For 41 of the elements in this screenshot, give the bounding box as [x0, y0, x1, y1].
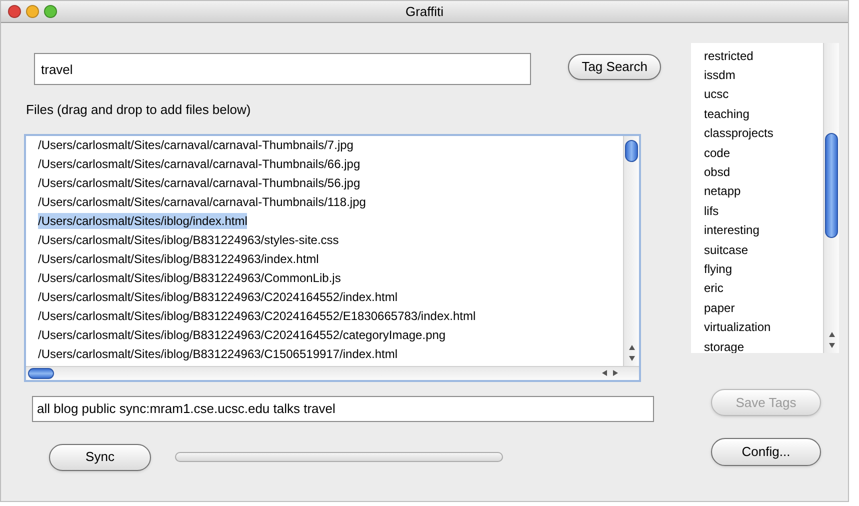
search-field[interactable]: travel — [34, 53, 532, 85]
scroll-thumb[interactable] — [625, 140, 638, 162]
file-path[interactable]: /Users/carlosmalt/Sites/iblog/B831224963/C2024164552/index.html — [38, 289, 398, 305]
files-label: Files (drag and drop to add files below) — [26, 101, 252, 119]
tag-item[interactable]: restricted — [704, 46, 754, 65]
tag-item[interactable]: netapp — [704, 182, 741, 200]
tag-scroll-thumb[interactable] — [825, 133, 838, 238]
tag-item[interactable]: paper — [704, 298, 735, 317]
tag-item[interactable]: issdm — [704, 66, 736, 84]
file-path[interactable]: /Users/carlosmalt/Sites/iblog/B831224963/C2024164552/E1830665783/index.html — [38, 308, 476, 324]
tag-item[interactable]: classprojects — [704, 124, 774, 142]
zoom-icon[interactable] — [44, 5, 57, 18]
tag-item[interactable]: ucsc — [704, 85, 729, 104]
close-icon[interactable] — [8, 5, 21, 18]
tag-item[interactable]: lifs — [704, 202, 719, 220]
file-path[interactable]: /Users/carlosmalt/Sites/carnaval/carnaval-Thumbnails/7.jpg — [38, 137, 354, 153]
file-path[interactable]: /Users/carlosmalt/Sites/iblog/index.html — [38, 213, 248, 229]
tag-item[interactable]: flying — [704, 260, 732, 278]
file-path[interactable]: /Users/carlosmalt/Sites/iblog/B831224963/styles-site.css — [38, 232, 339, 248]
file-path[interactable]: /Users/carlosmalt/Sites/carnaval/carnaval-Thumbnails/66.jpg — [38, 156, 360, 172]
tag-item[interactable]: interesting — [704, 221, 760, 240]
file-path[interactable]: /Users/carlosmalt/Sites/iblog/B831224963/index.html — [38, 251, 319, 267]
tag-item[interactable]: code — [704, 144, 730, 162]
tag-item[interactable]: suitcase — [704, 240, 748, 259]
file-path[interactable]: /Users/carlosmalt/Sites/iblog/B831224963/C1506519917/index.html — [38, 346, 398, 362]
minimize-icon[interactable] — [26, 5, 39, 18]
config-button[interactable]: Config... — [711, 438, 821, 466]
horizontal-scroll-thumb[interactable] — [28, 368, 54, 378]
tag-item[interactable]: obsd — [704, 163, 730, 182]
tag-search-button[interactable]: Tag Search — [568, 54, 661, 80]
sync-button[interactable]: Sync — [49, 444, 151, 470]
tags-field[interactable]: all blog public sync:mram1.cse.ucsc.edu talks travel — [32, 396, 654, 422]
tag-item[interactable]: storage — [704, 338, 744, 353]
tag-item[interactable]: teaching — [704, 104, 750, 123]
file-path[interactable]: /Users/carlosmalt/Sites/iblog/B831224963/CommonLib.js — [38, 270, 341, 286]
file-path[interactable]: /Users/carlosmalt/Sites/carnaval/carnaval-Thumbnails/56.jpg — [38, 175, 360, 191]
file-path[interactable]: /Users/carlosmalt/Sites/iblog/B831224963/C2024164552/categoryImage.png — [38, 327, 446, 343]
window-title: Graffiti — [405, 2, 444, 21]
tag-item[interactable]: virtualization — [704, 318, 771, 336]
file-path[interactable]: /Users/carlosmalt/Sites/carnaval/carnaval-Thumbnails/118.jpg — [38, 194, 366, 210]
tag-item[interactable]: eric — [704, 279, 724, 298]
